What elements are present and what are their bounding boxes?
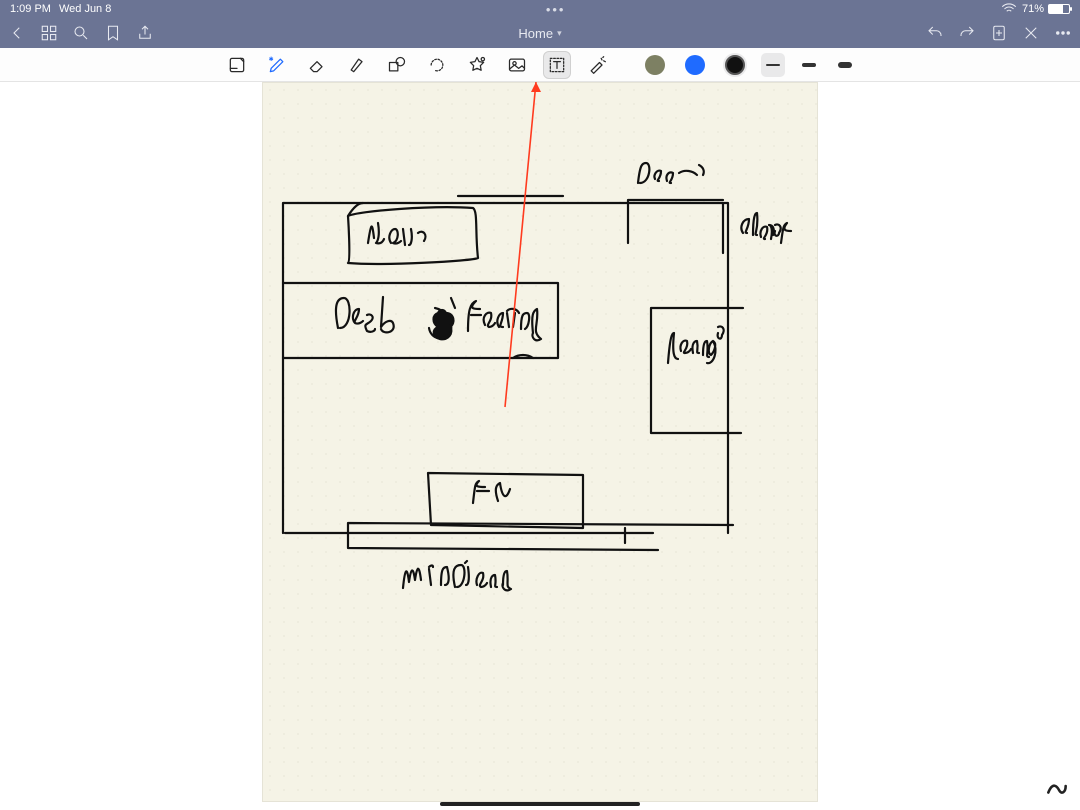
highlighter-tool[interactable]: [343, 51, 371, 79]
document-title-dropdown[interactable]: Home ▾: [154, 26, 926, 41]
battery-icon: [1048, 4, 1070, 14]
multitask-dots-icon[interactable]: •••: [111, 2, 1000, 17]
elements-tool[interactable]: [463, 51, 491, 79]
eraser-tool[interactable]: [303, 51, 331, 79]
share-button[interactable]: [136, 24, 154, 42]
color-black[interactable]: [721, 51, 749, 79]
search-button[interactable]: [72, 24, 90, 42]
read-mode-button[interactable]: [223, 51, 251, 79]
undo-button[interactable]: [926, 24, 944, 42]
color-blue[interactable]: [681, 51, 709, 79]
stroke-thin[interactable]: [761, 53, 785, 77]
stroke-medium[interactable]: [797, 53, 821, 77]
color-olive[interactable]: [641, 51, 669, 79]
redo-button[interactable]: [958, 24, 976, 42]
drawing-toolbar: ✱: [0, 48, 1080, 82]
back-button[interactable]: [8, 24, 26, 42]
status-date: Wed Jun 8: [59, 3, 111, 15]
home-indicator[interactable]: [440, 802, 640, 806]
thumbnails-button[interactable]: [40, 24, 58, 42]
scribble-mode-icon[interactable]: [1044, 773, 1070, 804]
battery-percent: 71%: [1022, 3, 1044, 15]
note-page[interactable]: [262, 82, 818, 802]
more-button[interactable]: [1054, 24, 1072, 42]
wifi-icon: [1000, 0, 1018, 18]
stroke-thick[interactable]: [833, 53, 857, 77]
chevron-down-icon: ▾: [557, 28, 562, 39]
svg-text:✱: ✱: [269, 55, 274, 62]
laser-pointer-tool[interactable]: [583, 51, 611, 79]
image-tool[interactable]: [503, 51, 531, 79]
document-title: Home: [518, 26, 553, 41]
text-tool[interactable]: [543, 51, 571, 79]
canvas-stage: [0, 82, 1080, 810]
pen-tool[interactable]: ✱: [263, 51, 291, 79]
status-time: 1:09 PM: [10, 3, 51, 15]
close-button[interactable]: [1022, 24, 1040, 42]
lasso-tool[interactable]: [423, 51, 451, 79]
add-page-button[interactable]: [990, 24, 1008, 42]
bookmark-button[interactable]: [104, 24, 122, 42]
shape-tool[interactable]: [383, 51, 411, 79]
app-nav-bar: Home ▾: [0, 18, 1080, 48]
ios-status-bar: 1:09 PM Wed Jun 8 ••• 71%: [0, 0, 1080, 18]
